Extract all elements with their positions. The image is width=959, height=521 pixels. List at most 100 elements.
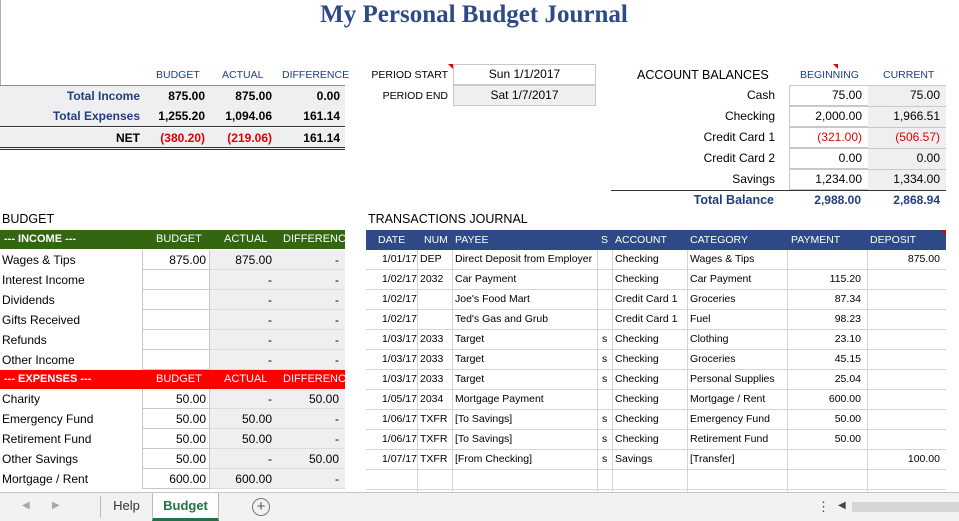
- journal-cell-category: Personal Supplies: [690, 373, 775, 385]
- horizontal-scrollbar[interactable]: [852, 502, 959, 512]
- budget-row: Retirement Fund 50.00 50.00-: [0, 429, 345, 449]
- budget-difference: -: [278, 310, 345, 330]
- budget-amount-input[interactable]: [142, 290, 210, 310]
- budget-category-name: Wages & Tips: [2, 253, 76, 267]
- account-row: Credit Card 2 0.00 0.00: [611, 148, 946, 169]
- journal-cell-num: 2033: [420, 353, 444, 365]
- journal-cell-payee: Ted's Gas and Grub: [455, 313, 549, 325]
- summary-actual: (219.06): [227, 131, 272, 145]
- account-current: 75.00: [868, 85, 946, 106]
- income-section-header: --- INCOME --- BUDGET ACTUAL DIFFERENCE: [0, 230, 353, 249]
- budget-amount-input[interactable]: 50.00: [142, 389, 210, 409]
- account-beginning-input[interactable]: 1,234.00: [789, 169, 868, 190]
- journal-cell-payee: [From Checking]: [455, 453, 533, 465]
- comment-indicator: [448, 64, 453, 69]
- summary-header-actual: ACTUAL: [222, 69, 264, 81]
- budget-actual: -: [210, 310, 278, 330]
- budget-section-title: BUDGET: [2, 212, 55, 226]
- journal-col-date: DATE: [378, 234, 406, 246]
- journal-row[interactable]: 1/03/17 2033 Target s Checking Clothing 23.10: [366, 330, 946, 350]
- journal-column-divider: [612, 250, 613, 492]
- budget-actual: 600.00: [210, 469, 278, 489]
- journal-cell-account: Checking: [615, 253, 659, 265]
- budget-amount-input[interactable]: [142, 350, 210, 370]
- accounts-header-beginning: BEGINNING: [800, 69, 859, 81]
- journal-row[interactable]: 1/02/17 2032 Car Payment Checking Car Paymen…: [366, 270, 946, 290]
- budget-amount-input[interactable]: 875.00: [142, 250, 210, 270]
- budget-row: Interest Income - -: [0, 270, 345, 290]
- journal-column-divider: [787, 250, 788, 492]
- tab-help[interactable]: Help: [101, 493, 152, 521]
- period-start-input[interactable]: Sun 1/1/2017: [453, 64, 596, 85]
- journal-row[interactable]: [366, 470, 946, 490]
- journal-cell-date: 1/07/17: [381, 453, 417, 465]
- journal-row[interactable]: 1/06/17 TXFR [To Savings] s Checking Emergenc…: [366, 410, 946, 430]
- journal-cell-category: Retirement Fund: [690, 433, 769, 445]
- journal-row[interactable]: 1/03/17 2033 Target s Checking Personal Suppl…: [366, 370, 946, 390]
- journal-row[interactable]: 1/02/17 Ted's Gas and Grub Credit Card 1 Fu…: [366, 310, 946, 330]
- income-col-difference: DIFFERENCE: [283, 233, 354, 245]
- summary-label: Total Expenses: [52, 109, 140, 123]
- journal-cell-payee: Car Payment: [455, 273, 517, 285]
- account-beginning-input[interactable]: 75.00: [789, 85, 868, 106]
- budget-category-name: Interest Income: [2, 273, 85, 287]
- account-beginning-input[interactable]: 2,000.00: [789, 106, 868, 127]
- budget-amount-input[interactable]: [142, 330, 210, 350]
- journal-cell-num: 2033: [420, 333, 444, 345]
- journal-row[interactable]: 1/07/17 TXFR [From Checking] s Savings [Trans…: [366, 450, 946, 470]
- summary-actual: 875.00: [235, 89, 272, 103]
- budget-actual: -: [210, 330, 278, 350]
- journal-cell-category: [Transfer]: [690, 453, 735, 465]
- scroll-tabs-left-icon[interactable]: ◀: [22, 500, 30, 511]
- journal-row[interactable]: 1/03/17 2033 Target s Checking Groceries 45.15: [366, 350, 946, 370]
- journal-cell-category: Car Payment: [690, 273, 752, 285]
- budget-row: Other Income - -: [0, 350, 345, 370]
- budget-amount-input[interactable]: 50.00: [142, 449, 210, 469]
- account-beginning-input[interactable]: 0.00: [789, 148, 868, 169]
- journal-cell-s: s: [602, 453, 608, 465]
- summary-label: NET: [116, 131, 140, 145]
- journal-row[interactable]: 1/06/17 TXFR [To Savings] s Checking Retireme…: [366, 430, 946, 450]
- journal-col-s: S: [601, 234, 609, 246]
- journal-cell-s: s: [602, 333, 608, 345]
- summary-budget: (380.20): [160, 131, 205, 145]
- sheet-tab-bar: ◀ ▶ Help Budget + ⋮ ◀: [0, 492, 959, 521]
- journal-cell-account: Credit Card 1: [615, 313, 678, 325]
- expenses-col-difference: DIFFERENCE: [283, 373, 354, 385]
- summary-label: Total Income: [66, 89, 140, 103]
- journal-column-divider: [452, 250, 453, 492]
- accounts-header-current: CURRENT: [883, 69, 935, 81]
- journal-cell-date: 1/05/17: [381, 393, 417, 405]
- journal-cell-date: 1/03/17: [381, 353, 417, 365]
- journal-cell-account: Checking: [615, 393, 659, 405]
- budget-amount-input[interactable]: [142, 270, 210, 290]
- journal-cell-date: 1/02/17: [381, 313, 417, 325]
- journal-cell-payee: Target: [455, 373, 485, 385]
- journal-cell-num: TXFR: [420, 433, 448, 445]
- account-current: 1,334.00: [868, 169, 946, 190]
- scroll-left-icon[interactable]: ◀: [838, 500, 846, 511]
- more-options-icon[interactable]: ⋮: [817, 499, 830, 515]
- journal-header-row: DATE NUM PAYEE S ACCOUNT CATEGORY PAYMEN…: [366, 230, 946, 250]
- account-beginning-input[interactable]: (321.00): [789, 127, 868, 148]
- budget-row: Wages & Tips 875.00 875.00-: [0, 250, 345, 270]
- budget-amount-input[interactable]: [142, 310, 210, 330]
- page-title: My Personal Budget Journal: [320, 1, 628, 28]
- budget-amount-input[interactable]: 600.00: [142, 469, 210, 489]
- add-sheet-icon[interactable]: +: [252, 498, 270, 516]
- budget-actual: -: [210, 350, 278, 370]
- journal-column-divider: [417, 250, 418, 492]
- budget-amount-input[interactable]: 50.00: [142, 409, 210, 429]
- journal-row[interactable]: 1/02/17 Joe's Food Mart Credit Card 1 Groce…: [366, 290, 946, 310]
- budget-actual: -: [210, 290, 278, 310]
- journal-row[interactable]: 1/05/17 2034 Mortgage Payment Checking Mortg…: [366, 390, 946, 410]
- expenses-col-budget: BUDGET: [156, 373, 202, 385]
- journal-cell-payee: Target: [455, 353, 485, 365]
- budget-row: Emergency Fund 50.00 50.00-: [0, 409, 345, 429]
- income-col-actual: ACTUAL: [224, 233, 268, 245]
- journal-row[interactable]: 1/01/17 DEP Direct Deposit from Employer Ch…: [366, 250, 946, 270]
- budget-amount-input[interactable]: 50.00: [142, 429, 210, 449]
- total-balance-current: 2,868.94: [893, 193, 940, 207]
- tab-budget[interactable]: Budget: [152, 493, 219, 521]
- scroll-tabs-right-icon[interactable]: ▶: [52, 500, 60, 511]
